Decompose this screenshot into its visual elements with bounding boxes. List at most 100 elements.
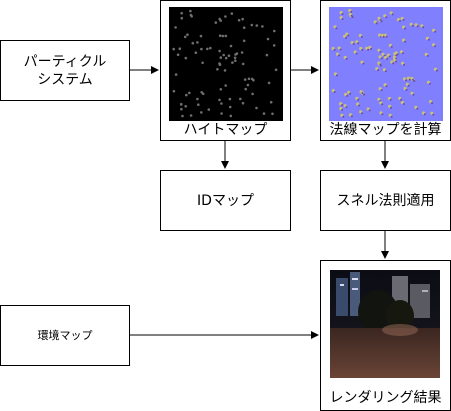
height-map-node[interactable]: ハイトマップ: [160, 0, 291, 141]
normal-map-bump-shadow: [400, 98, 403, 101]
height-map-particle: [218, 98, 221, 102]
height-map-particle: [234, 59, 237, 62]
height-map-particle: [216, 68, 219, 71]
height-map-particle: [219, 56, 223, 59]
normal-map-bump-shadow: [341, 18, 344, 20]
normal-map-bump-shadow: [357, 98, 360, 101]
normal-map-bump-shadow: [333, 91, 336, 93]
height-map-particle: [181, 114, 184, 118]
normal-map-bump-shadow: [428, 82, 431, 85]
height-map-particle: [189, 9, 192, 13]
height-map-particle: [221, 34, 225, 38]
normal-map-bump-shadow: [360, 35, 363, 38]
env-map-node[interactable]: 環境マップ: [0, 305, 130, 366]
height-map-particle: [239, 97, 242, 101]
particle-system-node[interactable]: パーティクル システム: [0, 40, 130, 101]
height-map-particle: [274, 68, 278, 72]
height-map-particle: [244, 87, 247, 91]
height-map-particle: [242, 39, 246, 43]
height-map-particle: [214, 21, 218, 24]
normal-map-bump-shadow: [401, 52, 404, 55]
normal-map-bump-shadow: [370, 47, 373, 50]
height-map-particle: [200, 47, 203, 51]
normal-map-bump-shadow: [404, 40, 406, 43]
normal-map-bump-shadow: [392, 62, 395, 65]
height-map-particle: [218, 62, 221, 65]
normal-map-bump-shadow: [422, 26, 425, 29]
height-map-particle: [183, 35, 187, 39]
height-map-particle: [184, 105, 187, 108]
normal-map-bump-shadow: [390, 115, 393, 118]
id-map-label: IDマップ: [197, 192, 254, 209]
normal-map-bump-shadow: [347, 34, 350, 37]
normal-map-bump-shadow: [412, 78, 414, 81]
height-map-particle: [230, 12, 234, 15]
height-map-particle: [200, 111, 203, 114]
normal-map-bump-shadow: [333, 48, 336, 51]
height-map-particle: [255, 24, 259, 27]
normal-map-bump-shadow: [345, 36, 347, 39]
height-map-particle: [185, 93, 188, 97]
normal-map-bump-shadow: [341, 109, 344, 111]
normal-map-bump-shadow: [434, 45, 436, 48]
height-map-particle: [180, 11, 183, 15]
normal-map-bump-shadow: [368, 109, 371, 112]
normal-map-bump-shadow: [426, 54, 429, 57]
height-map-particle: [231, 61, 234, 64]
normal-map-bump-shadow: [375, 22, 378, 25]
normal-map-bump-shadow: [350, 14, 353, 17]
height-map-particle: [235, 52, 239, 55]
height-map-label: ハイトマップ: [183, 122, 268, 138]
normal-map-bump-shadow: [367, 48, 370, 51]
normal-map-bump-shadow: [352, 43, 355, 45]
height-map-particle: [172, 89, 176, 93]
height-map-particle: [224, 15, 227, 18]
normal-map-bump-shadow: [435, 69, 438, 72]
normal-map-bump-shadow: [411, 24, 414, 27]
height-map-particle: [188, 91, 191, 95]
normal-map-bump-shadow: [335, 27, 338, 30]
height-map-particle: [272, 44, 276, 47]
normal-map-bump-shadow: [390, 106, 392, 109]
normal-map-bump-shadow: [381, 113, 384, 116]
normal-map-bump-shadow: [380, 57, 383, 60]
height-map-particle: [196, 41, 199, 44]
height-map-particle: [271, 112, 274, 116]
height-map-particle: [229, 114, 233, 118]
height-map-particle: [180, 107, 183, 111]
normal-map-bump-shadow: [341, 13, 344, 15]
snell-law-node[interactable]: スネル法則適用: [320, 170, 451, 231]
height-map-particle: [265, 53, 269, 57]
height-map-particle: [178, 47, 182, 50]
normal-map-bump-shadow: [384, 70, 387, 73]
normal-map-bump-shadow: [335, 74, 338, 77]
normal-map-bump-shadow: [404, 27, 406, 30]
normal-map-bump-shadow: [391, 13, 394, 16]
normal-map-bump-shadow: [350, 115, 353, 118]
id-map-node[interactable]: IDマップ: [160, 170, 291, 231]
normal-map-bump-shadow: [346, 94, 349, 97]
height-map-particle: [174, 73, 178, 76]
height-map-particle: [255, 106, 258, 110]
normal-map-bump-shadow: [427, 38, 430, 41]
normal-map-label: 法線マップを計算: [329, 122, 442, 138]
height-map-particle: [242, 26, 246, 30]
render-result-node[interactable]: レンダリング結果: [320, 260, 451, 411]
particle-system-label: パーティクル システム: [23, 53, 107, 88]
height-map-particle: [262, 112, 266, 115]
height-map-particle: [250, 77, 254, 81]
normal-map-bump-shadow: [395, 60, 398, 63]
height-map-particle: [220, 112, 223, 115]
normal-map-bump-shadow: [350, 10, 353, 13]
height-map-particle: [180, 16, 184, 20]
normal-map-bump-shadow: [342, 115, 345, 118]
normal-map-bump-shadow: [432, 113, 435, 116]
height-map-particle: [201, 61, 204, 65]
normal-map-bump-shadow: [416, 107, 419, 110]
height-map-particle: [243, 78, 247, 81]
normal-map-node[interactable]: 法線マップを計算: [320, 0, 451, 141]
height-map-particle: [261, 25, 264, 28]
normal-map-bump-shadow: [434, 30, 437, 33]
normal-map-image: [329, 7, 443, 121]
normal-map-bump-shadow: [379, 18, 382, 21]
